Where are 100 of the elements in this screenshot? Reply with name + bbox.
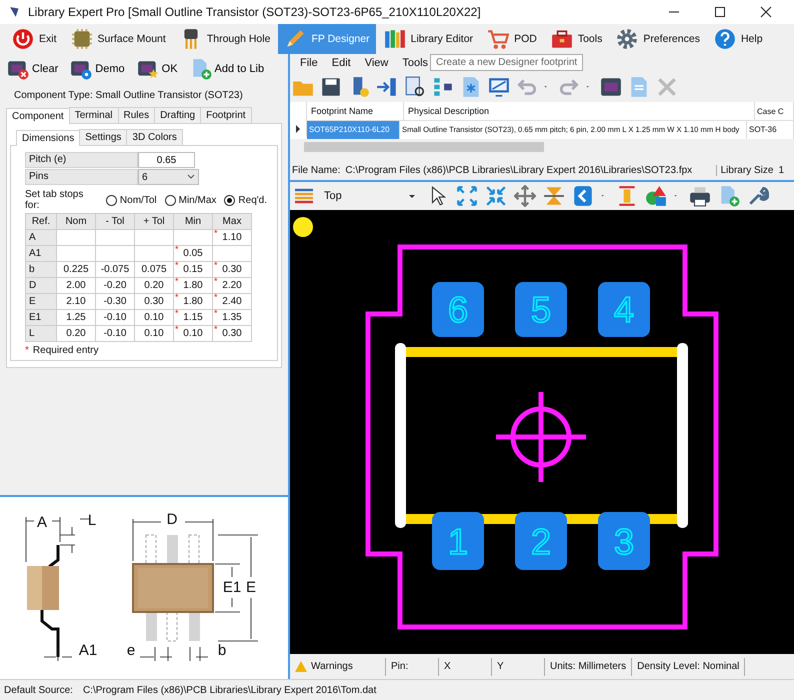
ribbon-tab[interactable]: Library Editor (378, 24, 480, 54)
component-type-label: Component Type: Small Outline Transistor (SOT23) (13, 89, 244, 103)
wrench-icon[interactable] (747, 185, 769, 207)
table-cell[interactable]: 0.15 (183, 264, 203, 275)
shapes-icon[interactable] (645, 185, 667, 207)
tab[interactable]: Drafting (154, 107, 202, 123)
column-header: Case C (755, 102, 794, 122)
status-item: X (439, 658, 492, 676)
origin-dot (293, 217, 313, 237)
status-item: Pin: (386, 658, 439, 676)
ribbon-tab[interactable]: Surface Mount (64, 24, 172, 54)
table-cell[interactable]: 0.30 (222, 328, 242, 339)
default-source-label: Default Source: (4, 684, 73, 696)
field-label: Pitch (e) (25, 152, 138, 168)
monitor-icon[interactable] (488, 76, 510, 98)
ribbon-tab[interactable]: Help (708, 24, 769, 54)
dimension-label: D (166, 511, 178, 528)
table-cell[interactable]: 1.35 (222, 312, 242, 323)
row-header: b (29, 264, 35, 275)
status-item: Y (492, 658, 545, 676)
layers-icon (292, 186, 316, 206)
power-icon (12, 28, 34, 50)
table-cell[interactable]: 0.05 (183, 248, 203, 259)
help-icon (714, 28, 736, 50)
required-mark: * (175, 276, 179, 286)
column-header: Physical Description (404, 102, 755, 122)
table-cell[interactable]: 1.80 (183, 280, 203, 291)
dimension-label: A1 (78, 642, 98, 659)
dimension-label: A (37, 514, 47, 531)
radio-option[interactable]: Req'd. (224, 194, 267, 206)
arrows-out-icon[interactable] (456, 185, 478, 207)
list-magnifier-icon[interactable] (404, 76, 426, 98)
table-cell[interactable]: 1.80 (183, 296, 203, 307)
column-header: Max (212, 214, 252, 230)
dimension-label: E1 (222, 579, 242, 596)
arrows-in-icon[interactable] (485, 185, 507, 207)
table-cell[interactable]: 2.20 (222, 280, 242, 291)
ribbon-tab[interactable]: Tools (544, 24, 608, 54)
table-cell[interactable]: 1.10 (222, 232, 242, 243)
required-mark: * (214, 260, 218, 270)
required-mark: * (175, 308, 179, 318)
tab[interactable]: Component (6, 108, 70, 124)
row-header: A (29, 232, 36, 243)
toolbar-button[interactable]: Add to Lib (186, 55, 268, 83)
row-header: D (29, 280, 36, 291)
status-item: Units: Millimeters (545, 658, 632, 676)
required-mark: * (214, 292, 218, 302)
pitch-field[interactable]: 0.65 (138, 152, 195, 168)
arrow-into-icon[interactable] (376, 76, 398, 98)
library-size-value: 1 (778, 164, 785, 176)
printer-icon[interactable] (689, 185, 711, 207)
cart-icon (487, 28, 510, 50)
table-cell[interactable]: 2.40 (222, 296, 242, 307)
status-item: Density Level: Nominal (632, 658, 746, 676)
required-mark: * (175, 292, 179, 302)
ribbon-tab[interactable]: Preferences (610, 24, 706, 54)
ribbon-tab[interactable]: Exit (6, 24, 63, 54)
maximize-icon[interactable] (714, 6, 726, 18)
tab[interactable]: Footprint (200, 107, 252, 123)
required-mark: * (175, 260, 179, 270)
gear-icon (616, 28, 638, 50)
layer-dropdown[interactable]: Top (292, 184, 420, 208)
dimension-label: E (246, 579, 256, 596)
menu-item[interactable]: Tools (402, 57, 428, 69)
required-mark: * (175, 324, 179, 334)
table-cell[interactable]: 0.10 (183, 328, 203, 339)
library-size-label: Library Size (716, 164, 774, 176)
horizontal-scrollbar[interactable] (290, 138, 794, 160)
hourglass-icon[interactable] (543, 185, 565, 207)
pins-dropdown[interactable]: 6 (138, 169, 199, 185)
toolbar-button[interactable]: Demo (67, 55, 128, 83)
tab[interactable]: 3D Colors (126, 129, 183, 145)
required-mark: * (214, 324, 218, 334)
menu-item[interactable]: View (364, 57, 388, 69)
close-icon[interactable] (760, 6, 772, 18)
required-mark: * (214, 228, 218, 238)
ribbon-tab[interactable]: POD (481, 24, 543, 54)
menu-item[interactable]: Edit (332, 57, 351, 69)
table-cell[interactable]: 0.30 (222, 264, 242, 275)
save-icon[interactable] (320, 76, 342, 98)
ribbon-tab[interactable]: Through Hole (174, 24, 276, 54)
radio-option[interactable]: Min/Max (164, 194, 216, 206)
warning-icon (295, 661, 307, 672)
centroid-crosshair-icon (494, 390, 588, 484)
toolbar-button[interactable]: OK (134, 55, 181, 83)
radio-option[interactable]: Nom/Tol (106, 194, 157, 206)
column-header: Nom (56, 214, 96, 230)
tab[interactable]: Dimensions (16, 130, 80, 146)
field-label: Pins (25, 169, 138, 185)
menu-item[interactable]: File (300, 57, 318, 69)
film-icon[interactable] (600, 76, 622, 98)
move-icon[interactable] (514, 185, 536, 207)
tree-icon[interactable] (432, 76, 454, 98)
tab[interactable]: Settings (79, 129, 128, 145)
toolbar-button[interactable]: Clear (4, 55, 62, 83)
table-cell[interactable]: 1.15 (183, 312, 203, 323)
legend-text: Required entry (32, 345, 98, 356)
toolbox-icon (550, 28, 573, 50)
column-header: + Tol (134, 214, 174, 230)
caret-icon (408, 192, 416, 200)
